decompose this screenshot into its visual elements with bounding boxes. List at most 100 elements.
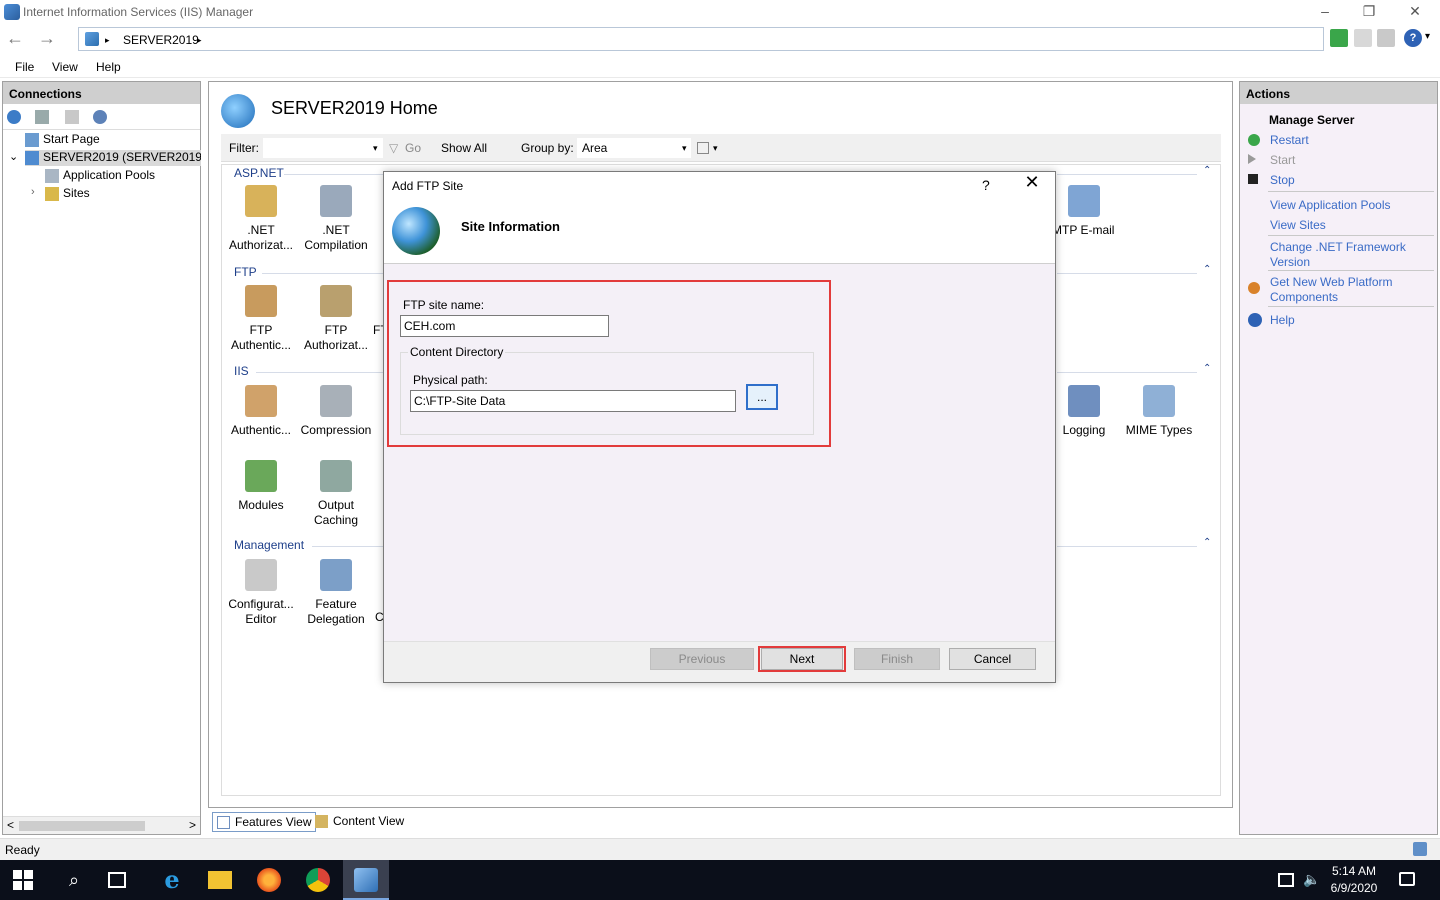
- network-icon[interactable]: [1278, 873, 1294, 887]
- browse-button[interactable]: ...: [746, 384, 778, 410]
- compression-icon: [320, 385, 352, 417]
- taskbar-iis-active[interactable]: [343, 860, 389, 900]
- feature-logging[interactable]: Logging: [1045, 385, 1123, 438]
- dialog-footer: Previous Next Finish Cancel: [384, 641, 1055, 682]
- menu-file[interactable]: File: [15, 60, 34, 74]
- collapse-iis-icon[interactable]: ⌃: [1203, 363, 1211, 374]
- collapse-aspnet-icon[interactable]: ⌃: [1203, 165, 1211, 176]
- feature-compression[interactable]: Compression: [297, 385, 375, 438]
- window-titlebar: Internet Information Services (IIS) Mana…: [0, 0, 1440, 24]
- expand-sites-toggle[interactable]: ›: [31, 186, 35, 198]
- action-get-web-platform[interactable]: Get New Web Platform Components: [1270, 275, 1392, 305]
- refresh-icon[interactable]: [1330, 29, 1348, 47]
- group-aspnet-label[interactable]: ASP.NET: [234, 166, 284, 180]
- breadcrumb-server[interactable]: SERVER2019: [123, 33, 199, 47]
- group-by-dropdown-arrow[interactable]: ▾: [682, 143, 687, 154]
- go-button[interactable]: Go: [405, 141, 421, 155]
- start-button-icon[interactable]: [13, 870, 33, 890]
- back-button[interactable]: ←: [4, 28, 26, 50]
- scroll-thumb[interactable]: [19, 821, 145, 831]
- save-icon[interactable]: [35, 110, 49, 124]
- search-icon[interactable]: ⌕: [62, 868, 86, 892]
- tree-start-page[interactable]: Start Page: [25, 132, 100, 148]
- site-name-input[interactable]: [400, 315, 609, 337]
- action-restart[interactable]: Restart: [1270, 133, 1309, 147]
- clock-date[interactable]: 6/9/2020: [1322, 881, 1386, 895]
- filter-icon: ▽: [389, 141, 399, 155]
- feature-authentication[interactable]: Authentic...: [222, 385, 300, 438]
- forward-button[interactable]: →: [36, 28, 58, 50]
- feature-net-authorization[interactable]: .NET Authorizat...: [222, 185, 300, 253]
- physical-path-input[interactable]: [410, 390, 736, 412]
- feature-modules[interactable]: Modules: [222, 460, 300, 513]
- tree-server[interactable]: SERVER2019 (SERVER2019\Adi: [25, 150, 201, 166]
- volume-icon[interactable]: 🔈: [1303, 871, 1320, 888]
- previous-button[interactable]: Previous: [650, 648, 754, 670]
- connect-icon[interactable]: [7, 110, 21, 124]
- filter-input[interactable]: [263, 138, 383, 158]
- up-icon[interactable]: [65, 110, 79, 124]
- feature-ftp-authentication[interactable]: FTP Authentic...: [222, 285, 300, 353]
- connections-pane: Connections Start Page ⌄ SERVER2019 (SER…: [2, 81, 201, 835]
- collapse-ftp-icon[interactable]: ⌃: [1203, 264, 1211, 275]
- show-all-button[interactable]: Show All: [441, 141, 487, 155]
- group-ftp-label[interactable]: FTP: [234, 265, 257, 279]
- address-box[interactable]: ▸ SERVER2019 ▸: [78, 27, 1324, 51]
- menu-help[interactable]: Help: [96, 60, 121, 74]
- finish-button[interactable]: Finish: [854, 648, 940, 670]
- internet-explorer-icon[interactable]: e: [160, 868, 184, 892]
- clock-time[interactable]: 5:14 AM: [1322, 864, 1386, 878]
- group-divider: [1057, 546, 1197, 547]
- notifications-icon[interactable]: [1399, 872, 1415, 886]
- action-help[interactable]: Help: [1270, 313, 1295, 327]
- feature-ftp-authorization[interactable]: FTP Authorizat...: [297, 285, 375, 353]
- firefox-icon[interactable]: [257, 868, 281, 892]
- scroll-left-arrow[interactable]: <: [7, 818, 14, 832]
- breadcrumb-separator[interactable]: ▸: [197, 35, 202, 46]
- feature-configuration-editor[interactable]: Configurat... Editor: [222, 559, 300, 627]
- restore-button[interactable]: ❐: [1346, 0, 1392, 22]
- close-button[interactable]: ✕: [1392, 0, 1438, 22]
- feature-net-compilation[interactable]: .NET Compilation: [297, 185, 375, 253]
- group-by-label: Group by:: [521, 141, 574, 155]
- action-view-sites[interactable]: View Sites: [1270, 218, 1326, 232]
- minimize-button[interactable]: –: [1302, 0, 1348, 22]
- chrome-icon[interactable]: [306, 868, 330, 892]
- tree-sites[interactable]: Sites: [45, 186, 90, 202]
- next-button[interactable]: Next: [761, 648, 843, 670]
- cancel-button[interactable]: Cancel: [949, 648, 1036, 670]
- action-view-app-pools[interactable]: View Application Pools: [1270, 198, 1391, 212]
- group-iis-label[interactable]: IIS: [234, 364, 249, 378]
- view-mode-dropdown-arrow[interactable]: ▾: [713, 143, 718, 154]
- site-name-label: FTP site name:: [403, 298, 485, 312]
- view-mode-icon[interactable]: [697, 142, 709, 154]
- group-management-label[interactable]: Management: [234, 538, 304, 552]
- feature-mime-types[interactable]: MIME Types: [1120, 385, 1198, 438]
- feature-output-caching[interactable]: Output Caching: [297, 460, 375, 528]
- filter-dropdown-arrow[interactable]: ▾: [373, 143, 378, 154]
- tab-features-view[interactable]: Features View: [212, 812, 317, 832]
- file-explorer-icon[interactable]: [208, 871, 232, 889]
- tree-app-pools[interactable]: Application Pools: [45, 168, 155, 184]
- dialog-title: Add FTP Site: [392, 179, 464, 193]
- feature-smtp-email[interactable]: MTP E-mail: [1052, 185, 1130, 238]
- disconnect-icon[interactable]: [93, 110, 107, 124]
- task-view-icon[interactable]: [108, 872, 126, 888]
- stop-icon[interactable]: [1354, 29, 1372, 47]
- tab-content-view[interactable]: Content View: [311, 812, 408, 832]
- dialog-help-button[interactable]: ?: [982, 177, 990, 193]
- home-icon[interactable]: [1377, 29, 1395, 47]
- collapse-management-icon[interactable]: ⌃: [1203, 537, 1211, 548]
- feature-delegation[interactable]: Feature Delegation: [297, 559, 375, 627]
- menu-view[interactable]: View: [52, 60, 78, 74]
- action-stop[interactable]: Stop: [1270, 173, 1295, 187]
- scroll-right-arrow[interactable]: >: [189, 818, 196, 832]
- dialog-close-button[interactable]: ✕: [1020, 172, 1044, 193]
- iis-app-icon: [4, 4, 20, 20]
- action-start[interactable]: Start: [1270, 153, 1295, 167]
- expand-server-toggle[interactable]: ⌄: [9, 150, 18, 163]
- connections-hscrollbar[interactable]: < >: [3, 816, 200, 834]
- help-dropdown[interactable]: ▾: [1425, 31, 1430, 42]
- help-icon[interactable]: ?: [1404, 29, 1422, 47]
- action-change-net-framework[interactable]: Change .NET Framework Version: [1270, 240, 1406, 270]
